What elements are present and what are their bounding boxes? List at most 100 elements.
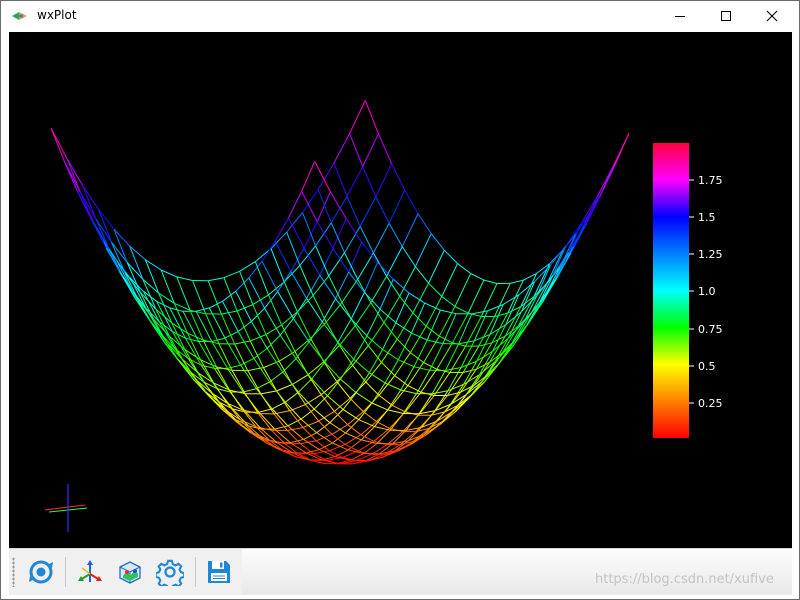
mesh-segment <box>415 266 429 284</box>
mesh-segment <box>411 332 428 341</box>
mesh-segment <box>583 196 601 227</box>
minimize-button[interactable] <box>657 1 703 31</box>
mesh-segment <box>346 196 361 227</box>
reset-view-button[interactable] <box>24 555 58 589</box>
colorbar-tick: 0.75 <box>689 323 723 336</box>
mesh-segment <box>124 271 139 300</box>
mesh-segment <box>388 190 406 224</box>
mesh-segment <box>237 331 255 359</box>
mesh-segment <box>481 364 498 382</box>
mesh-segment <box>258 408 273 413</box>
mesh-segment <box>395 292 410 324</box>
mesh-segment <box>276 384 293 392</box>
mesh-segment <box>298 378 313 393</box>
mesh-segment <box>345 419 360 434</box>
mesh-segment <box>316 191 331 222</box>
maximize-button[interactable] <box>703 1 749 31</box>
mesh-segment <box>467 279 485 314</box>
mesh-segment <box>195 311 213 342</box>
mesh-segment <box>320 394 335 412</box>
axes-button[interactable] <box>73 555 107 589</box>
mesh-segment <box>270 248 285 283</box>
mesh-segment <box>305 394 322 405</box>
mesh-segment <box>441 296 456 307</box>
mesh-segment <box>324 342 339 363</box>
mesh-segment <box>284 391 299 403</box>
mesh-segment <box>372 223 390 254</box>
mesh-segment <box>340 358 355 380</box>
close-button[interactable] <box>749 1 795 31</box>
mesh-segment <box>340 378 357 394</box>
bounding-box-button[interactable] <box>113 555 147 589</box>
colorbar-tick-label: 1.0 <box>698 285 716 298</box>
mesh-segment <box>258 411 276 430</box>
toolbar <box>9 548 242 595</box>
mesh-segment <box>362 166 377 197</box>
mesh-segment <box>350 453 365 461</box>
mesh-segment <box>192 378 210 397</box>
mesh-segment <box>341 279 359 303</box>
mesh-segment <box>510 279 524 284</box>
mesh-segment <box>240 364 257 389</box>
surface-plot[interactable]: 0.25 0.5 0.75 1.0 1.25 1.5 1.75 <box>9 32 792 548</box>
reset-view-icon <box>29 560 53 584</box>
mesh-segment <box>375 196 390 224</box>
settings-button[interactable] <box>153 555 187 589</box>
mesh-segment <box>377 262 394 280</box>
mesh-segment <box>588 189 603 214</box>
mesh-segment <box>371 382 386 404</box>
mesh-segment <box>208 307 226 339</box>
mesh-segment <box>367 322 385 346</box>
mesh-segment <box>223 270 240 279</box>
mesh-segment <box>389 413 404 431</box>
mesh-segment <box>454 273 472 307</box>
mesh-segment <box>377 133 393 164</box>
mesh-segment <box>311 378 328 397</box>
axes-icon <box>78 560 102 582</box>
mesh-segment <box>299 245 316 266</box>
app-window: wxPlot 0.25 0.5 0.75 1.0 1.25 1.5 1.75 h… <box>0 0 800 600</box>
mesh-segment <box>398 359 415 368</box>
mesh-segment <box>231 370 246 394</box>
mesh-segment <box>223 277 238 312</box>
plot-canvas[interactable]: 0.25 0.5 0.75 1.0 1.25 1.5 1.75 <box>9 32 792 548</box>
mesh-segment <box>358 419 375 428</box>
mesh-segment <box>460 340 475 368</box>
colorbar-tick-label: 0.75 <box>698 323 723 336</box>
mesh-segment <box>430 233 445 251</box>
mesh-segment <box>316 422 331 434</box>
mesh-segment <box>363 262 378 293</box>
mesh-segment <box>314 161 331 192</box>
mesh-segment <box>282 358 297 373</box>
mesh-segment <box>205 313 220 344</box>
mesh-segment <box>457 263 472 274</box>
toolbar-grip[interactable] <box>12 557 15 587</box>
mesh-segment <box>440 309 457 315</box>
mesh-segment <box>359 196 377 227</box>
save-button[interactable] <box>202 555 236 589</box>
mesh-segment <box>454 306 469 314</box>
mesh-segment <box>268 294 283 326</box>
mesh-segment <box>307 374 322 395</box>
mesh-segment <box>222 301 239 332</box>
mesh-segment <box>444 343 460 371</box>
close-icon <box>766 10 778 22</box>
mesh-segment <box>192 280 207 314</box>
colorbar-tick-label: 1.75 <box>698 174 723 187</box>
mesh-segment <box>452 397 470 412</box>
colorbar-tick: 1.5 <box>689 211 716 224</box>
mesh-segment <box>320 381 338 396</box>
mesh-segment <box>250 334 267 342</box>
mesh-segment <box>382 322 397 350</box>
mesh-segment <box>327 395 344 410</box>
mesh-segment <box>345 218 363 243</box>
mesh-segment <box>195 307 210 312</box>
mesh-segment <box>371 402 388 411</box>
mesh-segment <box>332 248 350 273</box>
mesh-segment <box>316 221 334 249</box>
mesh-segment <box>211 337 226 342</box>
mesh-segment <box>342 392 357 410</box>
mesh-segment <box>227 368 244 393</box>
mesh-segment <box>253 358 271 383</box>
title-bar[interactable]: wxPlot <box>1 1 799 31</box>
